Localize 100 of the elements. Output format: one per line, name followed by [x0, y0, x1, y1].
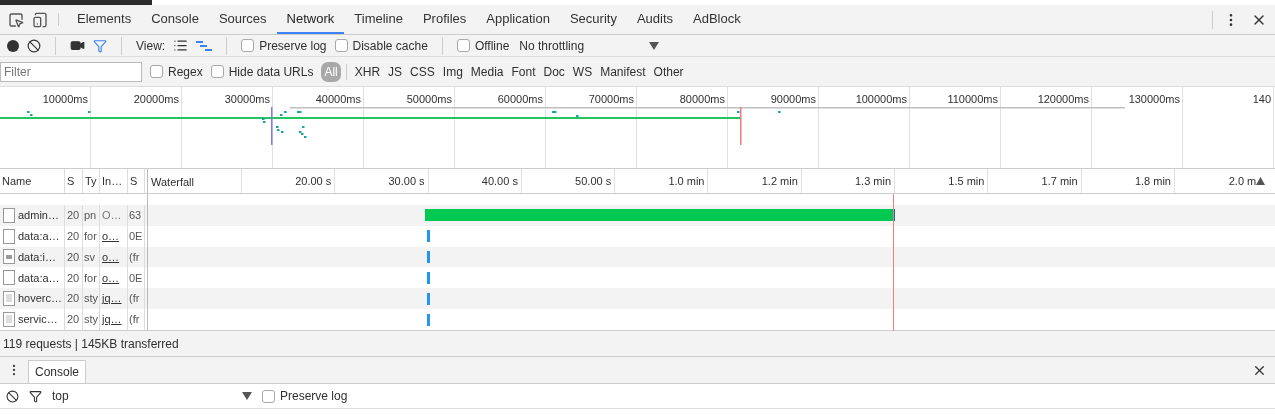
- image-file-icon: [3, 249, 15, 265]
- time-tick: 60000ms: [497, 92, 543, 105]
- view-label: View:: [136, 37, 166, 55]
- size-cell-text: (fr: [129, 312, 140, 328]
- type-filter[interactable]: Font: [508, 61, 539, 82]
- time-tick: 1.8 min: [1134, 173, 1171, 189]
- time-tick: 90000ms: [770, 92, 816, 105]
- status-cell-text: 20: [67, 207, 80, 223]
- initiator-cell[interactable]: jq…: [102, 311, 122, 328]
- time-tick: 130000ms: [1128, 92, 1180, 105]
- column-header[interactable]: S: [67, 172, 75, 190]
- checkbox[interactable]: Offline: [456, 36, 510, 55]
- filter-icon[interactable]: [29, 389, 42, 403]
- time-tick: 1.7 min: [1041, 173, 1078, 189]
- document-icon: [3, 312, 15, 328]
- context-select[interactable]: top: [52, 387, 252, 405]
- panel-tab[interactable]: Elements: [67, 5, 142, 34]
- checkbox[interactable]: Hide data URLs: [210, 62, 314, 81]
- column-header[interactable]: Waterfall: [151, 174, 194, 188]
- checkbox[interactable]: Disable cache: [334, 36, 428, 55]
- panel-tab[interactable]: Security: [559, 5, 627, 34]
- checkbox[interactable]: Regex: [150, 62, 203, 81]
- request-name[interactable]: admin…: [18, 206, 59, 224]
- clear-icon[interactable]: [27, 38, 41, 53]
- panel-tab[interactable]: Profiles: [412, 5, 477, 34]
- checkbox[interactable]: Preserve log: [241, 36, 327, 55]
- list-view-icon[interactable]: [173, 38, 189, 53]
- time-tick: 50.00 s: [575, 173, 612, 189]
- type-cell-text: sty: [84, 291, 99, 307]
- column-header[interactable]: Name: [2, 172, 32, 190]
- type-cell-text: pn: [84, 207, 97, 223]
- time-tick: 1.2 min: [761, 173, 798, 189]
- type-filter[interactable]: Other: [650, 61, 687, 82]
- initiator-cell[interactable]: jq…: [102, 290, 122, 307]
- device-icon[interactable]: [32, 11, 48, 28]
- type-cell-text: for: [84, 228, 97, 244]
- type-filter[interactable]: Media: [467, 61, 507, 82]
- status-cell-text: 20: [67, 270, 80, 286]
- document-icon: [3, 291, 15, 307]
- timing-bar: [427, 250, 430, 263]
- time-tick: 2.0 m: [1228, 173, 1257, 189]
- time-tick: 80000ms: [679, 92, 725, 105]
- type-cell-text: for: [84, 270, 97, 286]
- type-cell-text: sv: [84, 249, 95, 265]
- request-name[interactable]: servic…: [18, 311, 58, 328]
- request-name[interactable]: data:a…: [18, 227, 60, 245]
- time-tick: 10000ms: [42, 92, 88, 105]
- type-filter[interactable]: Doc: [540, 61, 568, 82]
- type-cell-text: sty: [84, 312, 99, 328]
- file-icon: [3, 207, 15, 223]
- size-cell-text: 0E: [129, 270, 143, 286]
- time-tick: 70000ms: [588, 92, 634, 105]
- column-header[interactable]: S: [130, 172, 138, 190]
- record-icon[interactable]: [7, 39, 19, 52]
- checkbox[interactable]: Preserve log: [262, 387, 348, 405]
- initiator-cell[interactable]: o…: [102, 227, 120, 245]
- time-tick: 20000ms: [133, 92, 179, 105]
- time-tick: 120000ms: [1037, 92, 1089, 105]
- request-name[interactable]: hoverc…: [18, 290, 63, 307]
- drawer-tab[interactable]: Console: [28, 360, 87, 383]
- initiator-cell[interactable]: o…: [102, 269, 120, 287]
- panel-tab[interactable]: Console: [141, 5, 209, 34]
- time-tick: 1.0 min: [668, 173, 705, 189]
- panel-tab[interactable]: Sources: [208, 5, 277, 34]
- status-cell-text: 20: [67, 249, 80, 265]
- type-filter[interactable]: WS: [569, 61, 596, 82]
- file-icon: [3, 228, 15, 244]
- time-tick: 1.5 min: [948, 173, 985, 189]
- time-tick: 110000ms: [947, 92, 998, 105]
- inspect-icon[interactable]: [8, 11, 24, 28]
- panel-tab[interactable]: Audits: [626, 5, 684, 34]
- request-name[interactable]: data:i…: [18, 248, 56, 266]
- timing-bar: [427, 313, 430, 326]
- size-cell-text: (fr: [129, 291, 140, 307]
- waterfall-view-icon[interactable]: [196, 39, 213, 52]
- column-header[interactable]: Ty: [85, 172, 97, 190]
- request-name[interactable]: data:a…: [18, 269, 60, 287]
- sort-icon[interactable]: [1256, 176, 1266, 185]
- camera-icon[interactable]: [70, 38, 85, 53]
- time-tick: 140: [1252, 92, 1271, 105]
- time-tick: 40.00 s: [481, 173, 518, 189]
- type-filter[interactable]: JS: [385, 61, 406, 82]
- time-tick: 50000ms: [406, 92, 452, 105]
- type-filter[interactable]: CSS: [407, 61, 438, 82]
- timing-bar: [427, 271, 430, 284]
- type-filter[interactable]: XHR: [351, 61, 384, 82]
- time-tick: 30.00 s: [388, 173, 425, 189]
- column-header[interactable]: In…: [102, 172, 123, 190]
- caret-icon: [242, 392, 252, 400]
- panel-tab[interactable]: Application: [476, 5, 560, 34]
- time-tick: 100000ms: [855, 92, 907, 105]
- throttling-select[interactable]: No throttling: [519, 36, 660, 55]
- type-filter[interactable]: Img: [439, 61, 466, 82]
- type-filter[interactable]: Manifest: [597, 61, 649, 82]
- clear-icon[interactable]: [6, 389, 19, 403]
- panel-tab[interactable]: Timeline: [344, 5, 413, 34]
- panel-tab[interactable]: AdBlock: [683, 5, 751, 34]
- filter-field[interactable]: Filter: [0, 61, 142, 82]
- initiator-cell[interactable]: o…: [102, 248, 120, 266]
- initiator-cell-text: O…: [102, 207, 122, 223]
